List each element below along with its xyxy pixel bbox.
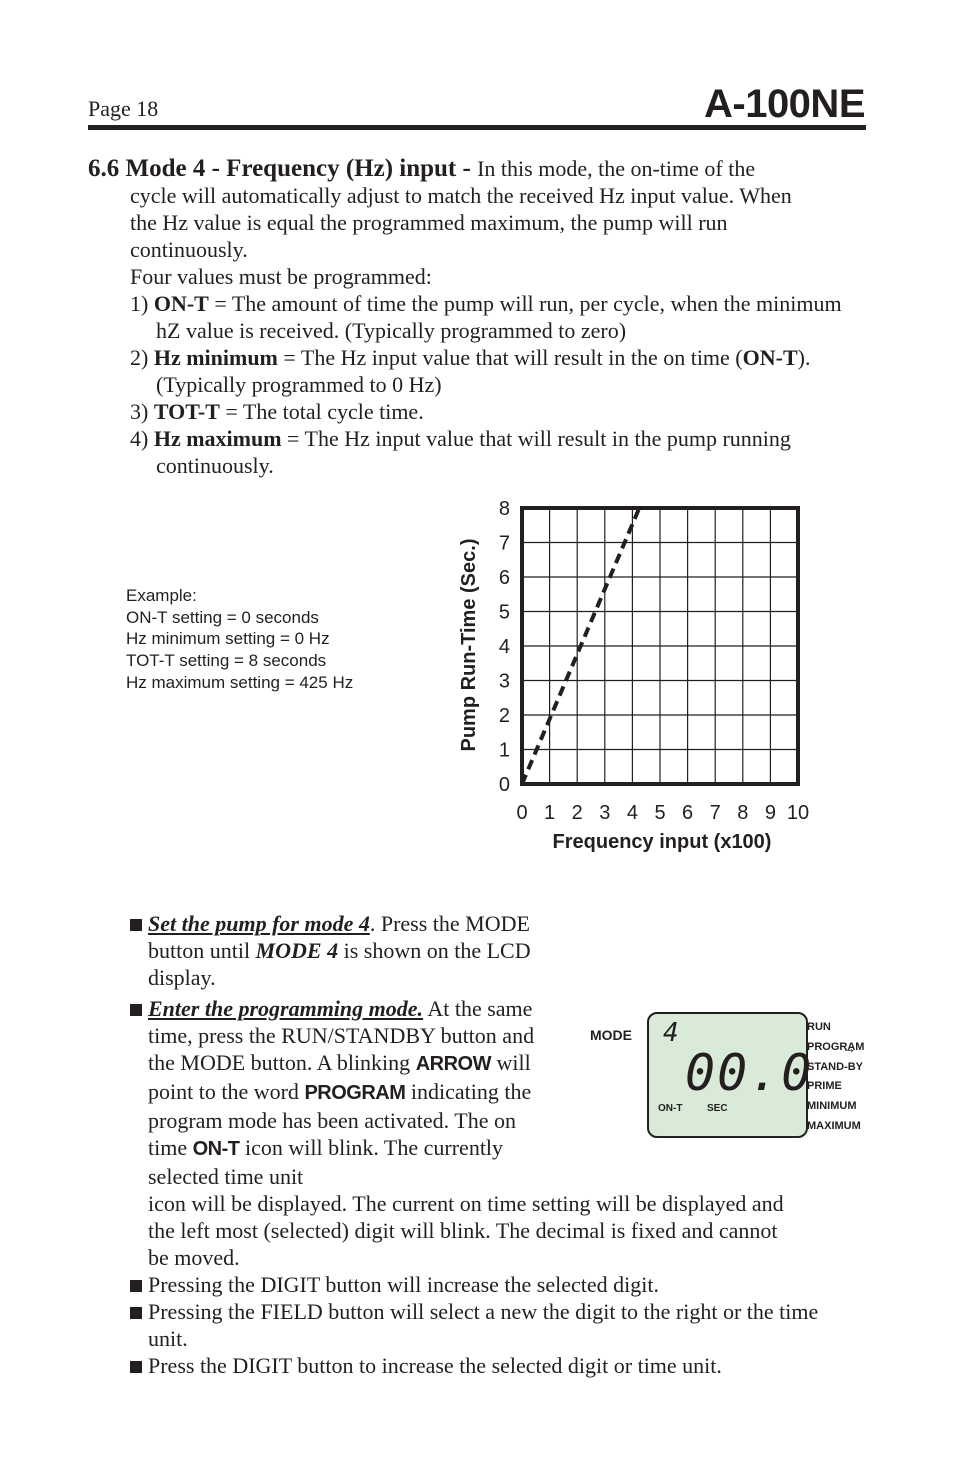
example-line: Example: (126, 586, 197, 605)
list-item-tot-t: 3) TOT-T = The total cycle time. (88, 398, 868, 425)
bullet-icon (130, 1280, 142, 1292)
step-field: Pressing the FIELD button will select a … (128, 1298, 838, 1352)
example-line: Hz minimum setting = 0 Hz (126, 629, 330, 649)
list-item-on-t: 1) ON-T = The amount of time the pump wi… (88, 290, 846, 344)
step-text: the left most (selected) digit will blin… (148, 1218, 778, 1243)
bullet-icon (130, 1361, 142, 1373)
x-tick-label: 10 (787, 802, 809, 824)
item-term: TOT-T (153, 399, 220, 424)
x-tick-label: 1 (544, 802, 555, 824)
step-text: Pressing the FIELD button will select a … (148, 1299, 819, 1351)
x-tick-label: 9 (765, 802, 776, 824)
lcd-status-labels: RUN PROGRAM STAND-BY PRIME MINIMUM MAXIM… (807, 1018, 864, 1137)
example-line: ON-T setting = 0 seconds (126, 607, 319, 627)
step-text: icon will be displayed. The current on t… (148, 1191, 784, 1216)
status-minimum: MINIMUM (807, 1100, 857, 1113)
step-lead: Enter the programming mode. (148, 996, 424, 1021)
step-digit-increase: Press the DIGIT button to increase the s… (128, 1352, 868, 1379)
step-enter-program: Enter the programming mode. At the same … (128, 995, 558, 1190)
example-line: Hz maximum setting = 425 Hz (126, 672, 354, 692)
bullet-icon (130, 919, 142, 931)
lcd-mode-digit: 4 (663, 1018, 679, 1048)
model-title: A-100NE (703, 82, 866, 126)
chart-grid (522, 508, 798, 784)
y-tick-label: 4 (499, 636, 510, 658)
y-tick-label: 8 (499, 498, 510, 520)
x-tick-label: 7 (710, 802, 721, 824)
step-text: be moved. (148, 1245, 240, 1270)
keyword-on-t: ON-T (192, 1138, 240, 1160)
step-digit: Pressing the DIGIT button will increase … (128, 1271, 868, 1298)
section-intro-first: In this mode, the on-time of the (477, 156, 756, 181)
x-tick-label: 4 (627, 802, 638, 824)
keyword-program: PROGRAM (304, 1082, 406, 1104)
steps-block-bottom: icon will be displayed. The current on t… (128, 1190, 868, 1379)
item-term: ON-T (153, 291, 209, 316)
list-item-hz-maximum: 4) Hz maximum = The Hz input value that … (88, 425, 866, 479)
item-text: = The Hz input value that will result in… (277, 345, 743, 370)
y-tick-label: 3 (499, 671, 510, 693)
section-intro-line: cycle will automatically adjust to match… (130, 183, 792, 208)
status-maximum: MAXIMUM (807, 1119, 861, 1132)
keyword-arrow: ARROW (415, 1053, 492, 1075)
section-mode-4: 6.6 Mode 4 - Frequency (Hz) input - In t… (88, 155, 868, 479)
x-tick-label: 2 (572, 802, 583, 824)
y-tick-label: 5 (499, 602, 510, 624)
lcd-unit-indicator: SEC (707, 1103, 728, 1114)
status-prime: PRIME (807, 1080, 842, 1093)
y-tick-label: 7 (499, 533, 510, 555)
item-text: = The amount of time the pump will run, … (156, 291, 842, 343)
x-axis-label: Frequency input (x100) (553, 831, 772, 853)
x-tick-label: 8 (737, 802, 748, 824)
item-text: = The total cycle time. (219, 399, 424, 424)
item-number: 1) (130, 291, 154, 316)
section-intro-line: the Hz value is equal the programmed max… (130, 210, 728, 235)
status-program: PROGRAM (807, 1040, 865, 1053)
page-number: Page 18 (88, 96, 159, 121)
section-title: 6.6 Mode 4 - Frequency (Hz) input - (88, 155, 478, 182)
example-settings: Example: ON-T setting = 0 seconds Hz min… (126, 585, 353, 694)
bullet-icon (130, 1307, 142, 1319)
y-tick-label: 2 (499, 705, 510, 727)
header-rule (88, 125, 866, 130)
step-lead: Set the pump for mode 4 (148, 911, 370, 936)
y-axis-label: Pump Run-Time (Sec.) (458, 539, 480, 752)
bullet-icon (130, 1004, 142, 1016)
status-run: RUN (807, 1021, 831, 1033)
y-tick-label: 1 (499, 740, 510, 762)
item-term: Hz minimum (153, 345, 278, 370)
lcd-display-figure: MODE 4 00.0 ON-T SEC → RUN PROGRAM STAND… (585, 1010, 885, 1140)
x-tick-label: 5 (654, 802, 665, 824)
step-text: Pressing the DIGIT button will increase … (148, 1272, 659, 1297)
list-item-hz-minimum: 2) Hz minimum = The Hz input value that … (88, 344, 856, 398)
section-heading-line: 6.6 Mode 4 - Frequency (Hz) input - In t… (88, 155, 868, 182)
item-term: ON-T (742, 345, 798, 370)
step-continuation: icon will be displayed. The current on t… (128, 1190, 868, 1271)
section-intro-line: continuously. (130, 237, 248, 262)
lcd-value: 00.0 (685, 1044, 814, 1102)
item-number: 2) (130, 345, 154, 370)
status-standby: STAND-BY (807, 1060, 864, 1073)
run-time-chart: 0 1 2 3 4 5 6 7 8 9 10012345678 Frequency input (x… (458, 498, 809, 853)
lcd-mode-label: MODE (590, 1027, 632, 1043)
four-values-label: Four values must be programmed: (130, 264, 432, 289)
item-term: Hz maximum (153, 426, 282, 451)
x-tick-label: 0 (516, 802, 527, 824)
x-tick-label: 6 (682, 802, 693, 824)
item-number: 3) (130, 399, 154, 424)
lcd-screen: 4 00.0 ON-T SEC → (647, 1012, 856, 1138)
steps-block-top: Set the pump for mode 4. Press the MODE … (128, 910, 558, 1190)
x-tick-label: 3 (599, 802, 610, 824)
y-tick-label: 6 (499, 567, 510, 589)
item-number: 4) (130, 426, 154, 451)
step-emphasis: MODE 4 (255, 938, 339, 963)
step-set-mode: Set the pump for mode 4. Press the MODE … (128, 910, 558, 991)
lcd-on-t-indicator: ON-T (658, 1103, 683, 1114)
y-tick-label: 0 (499, 774, 510, 796)
step-text: Press the DIGIT button to increase the s… (148, 1353, 722, 1378)
chart-ticks: 0 1 2 3 4 5 6 7 8 9 10012345678 (499, 498, 809, 824)
example-line: TOT-T setting = 8 seconds (126, 651, 327, 671)
